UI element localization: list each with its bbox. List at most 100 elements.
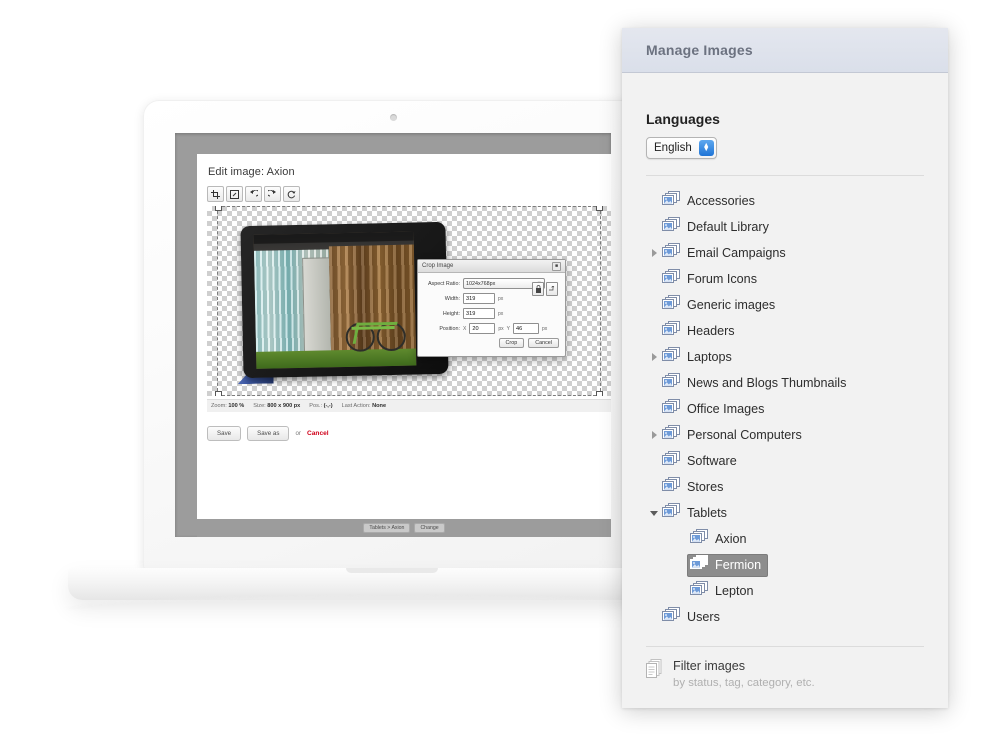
position-y-value: 46 <box>515 325 523 332</box>
editor-status-bar: Zoom: 100 % Size: 800 x 900 px Pos.: (-,… <box>207 399 611 412</box>
reset-tool-icon[interactable] <box>283 186 300 202</box>
languages-heading: Languages <box>646 111 720 127</box>
tree-item-headers[interactable]: Headers <box>646 318 924 344</box>
stepper-arrows-icon[interactable]: ▲ ▼ <box>698 140 714 156</box>
image-folder-icon <box>662 217 680 237</box>
tree-item-accessories[interactable]: Accessories <box>646 188 924 214</box>
width-value: 319 <box>466 295 476 302</box>
tree-item-label: Headers <box>687 324 735 338</box>
triangle-icon <box>651 431 657 439</box>
tree-item-users[interactable]: Users <box>646 604 924 630</box>
laptop-screen-content: Edit image: Axion Crop Image ■ Aspect Ra… <box>197 154 611 537</box>
width-input[interactable]: 319 <box>463 293 495 304</box>
height-label: Height: <box>442 310 460 317</box>
crop-confirm-button[interactable]: Crop <box>498 338 525 348</box>
tree-item-label: Forum Icons <box>687 272 757 286</box>
crop-dialog-title: Crop Image <box>422 263 454 269</box>
tree-item-label: Axion <box>715 532 747 546</box>
panel-title: Manage Images <box>646 42 753 58</box>
tree-item-default-library[interactable]: Default Library <box>646 214 924 240</box>
laptop-mockup: Edit image: Axion Crop Image ■ Aspect Ra… <box>63 100 723 610</box>
pos-value: (-,-) <box>323 403 333 409</box>
tree-item-label: News and Blogs Thumbnails <box>687 376 847 390</box>
filter-images-row[interactable]: Filter images by status, tag, category, … <box>646 659 924 689</box>
height-value: 319 <box>466 310 476 317</box>
tree-item-personal-computers[interactable]: Personal Computers <box>646 422 924 448</box>
close-icon[interactable]: ■ <box>552 261 561 271</box>
position-x-value: 20 <box>472 325 479 332</box>
image-folder-icon <box>662 347 680 367</box>
height-input[interactable]: 319 <box>463 308 495 319</box>
save-as-button[interactable]: Save as <box>247 426 290 441</box>
tree-item-axion[interactable]: Axion <box>646 526 924 552</box>
last-action-value: None <box>372 403 387 409</box>
position-y-input[interactable]: 46 <box>512 323 539 334</box>
image-folder-tree: Accessories Default Library Email Campaign… <box>646 188 924 630</box>
tree-item-label: Generic images <box>687 298 776 312</box>
crop-tool-icon[interactable] <box>207 186 224 202</box>
lock-ratio-icon[interactable] <box>532 282 544 296</box>
cancel-link[interactable]: Cancel <box>307 430 329 437</box>
divider <box>646 708 924 710</box>
tree-item-news-and-blogs-thumbnails[interactable]: News and Blogs Thumbnails <box>646 370 924 396</box>
tree-item-fermion[interactable]: Fermion <box>646 552 924 578</box>
image-folder-icon <box>690 529 708 549</box>
tree-item-email-campaigns[interactable]: Email Campaigns <box>646 240 924 266</box>
width-unit: px <box>498 295 504 302</box>
breadcrumb[interactable]: Tablets > Axion <box>363 523 411 533</box>
change-button[interactable]: Change <box>414 523 445 533</box>
save-button[interactable]: Save <box>207 426 242 441</box>
divider <box>646 175 924 176</box>
selection-handle[interactable] <box>215 206 222 211</box>
language-selected-value: English <box>654 142 692 154</box>
tree-item-label: Office Images <box>687 402 765 416</box>
rotate-right-tool-icon[interactable] <box>264 186 281 202</box>
tree-item-generic-images[interactable]: Generic images <box>646 292 924 318</box>
crop-cancel-button[interactable]: Cancel <box>528 338 559 348</box>
selection-handle[interactable] <box>596 206 603 211</box>
webcam-icon <box>390 114 397 121</box>
expand-triangle-icon[interactable] <box>646 249 662 257</box>
tree-item-label: Fermion <box>715 558 762 572</box>
last-action-label: Last Action: <box>341 403 371 409</box>
bicycle-shape <box>345 308 407 353</box>
tablet-screen <box>253 231 417 369</box>
editor-action-buttons: Save Save as or Cancel <box>207 426 329 441</box>
tree-item-label: Tablets <box>687 506 727 520</box>
tree-item-stores[interactable]: Stores <box>646 474 924 500</box>
y-label: Y <box>506 325 510 332</box>
image-editor-page: Edit image: Axion Crop Image ■ Aspect Ra… <box>197 154 611 537</box>
size-label: Size: <box>253 403 266 409</box>
image-folder-icon <box>690 555 708 575</box>
tree-item-office-images[interactable]: Office Images <box>646 396 924 422</box>
laptop-screen-bezel: Edit image: Axion Crop Image ■ Aspect Ra… <box>175 133 611 537</box>
swap-dimensions-icon[interactable] <box>546 282 558 296</box>
language-select[interactable]: English ▲ ▼ <box>646 137 717 159</box>
crop-dialog-header: Crop Image ■ <box>418 260 565 273</box>
selection-handle[interactable] <box>215 391 222 396</box>
selection-handle[interactable] <box>596 391 603 396</box>
rotate-left-tool-icon[interactable] <box>245 186 262 202</box>
position-x-input[interactable]: 20 <box>469 323 496 334</box>
position-label: Position: <box>439 325 460 332</box>
expand-triangle-icon[interactable] <box>646 353 662 361</box>
image-folder-icon <box>662 425 680 445</box>
tree-item-label: Lepton <box>715 584 754 598</box>
width-label: Width: <box>444 295 460 302</box>
x-unit: px <box>498 325 504 332</box>
tree-item-lepton[interactable]: Lepton <box>646 578 924 604</box>
image-folder-icon <box>690 581 708 601</box>
tree-item-forum-icons[interactable]: Forum Icons <box>646 266 924 292</box>
collapse-triangle-icon[interactable] <box>646 510 662 516</box>
tree-item-tablets[interactable]: Tablets <box>646 500 924 526</box>
tree-item-software[interactable]: Software <box>646 448 924 474</box>
editor-toolbar <box>207 186 300 202</box>
image-folder-icon <box>662 295 680 315</box>
resize-tool-icon[interactable] <box>226 186 243 202</box>
tree-item-laptops[interactable]: Laptops <box>646 344 924 370</box>
expand-triangle-icon[interactable] <box>646 431 662 439</box>
image-canvas[interactable]: Crop Image ■ Aspect Ratio: 1024x768px ▼ <box>207 206 611 396</box>
manage-images-panel: Manage Images Languages English ▲ ▼ Acces… <box>622 28 948 710</box>
filter-document-icon <box>646 659 663 683</box>
tree-item-label: Software <box>687 454 737 468</box>
